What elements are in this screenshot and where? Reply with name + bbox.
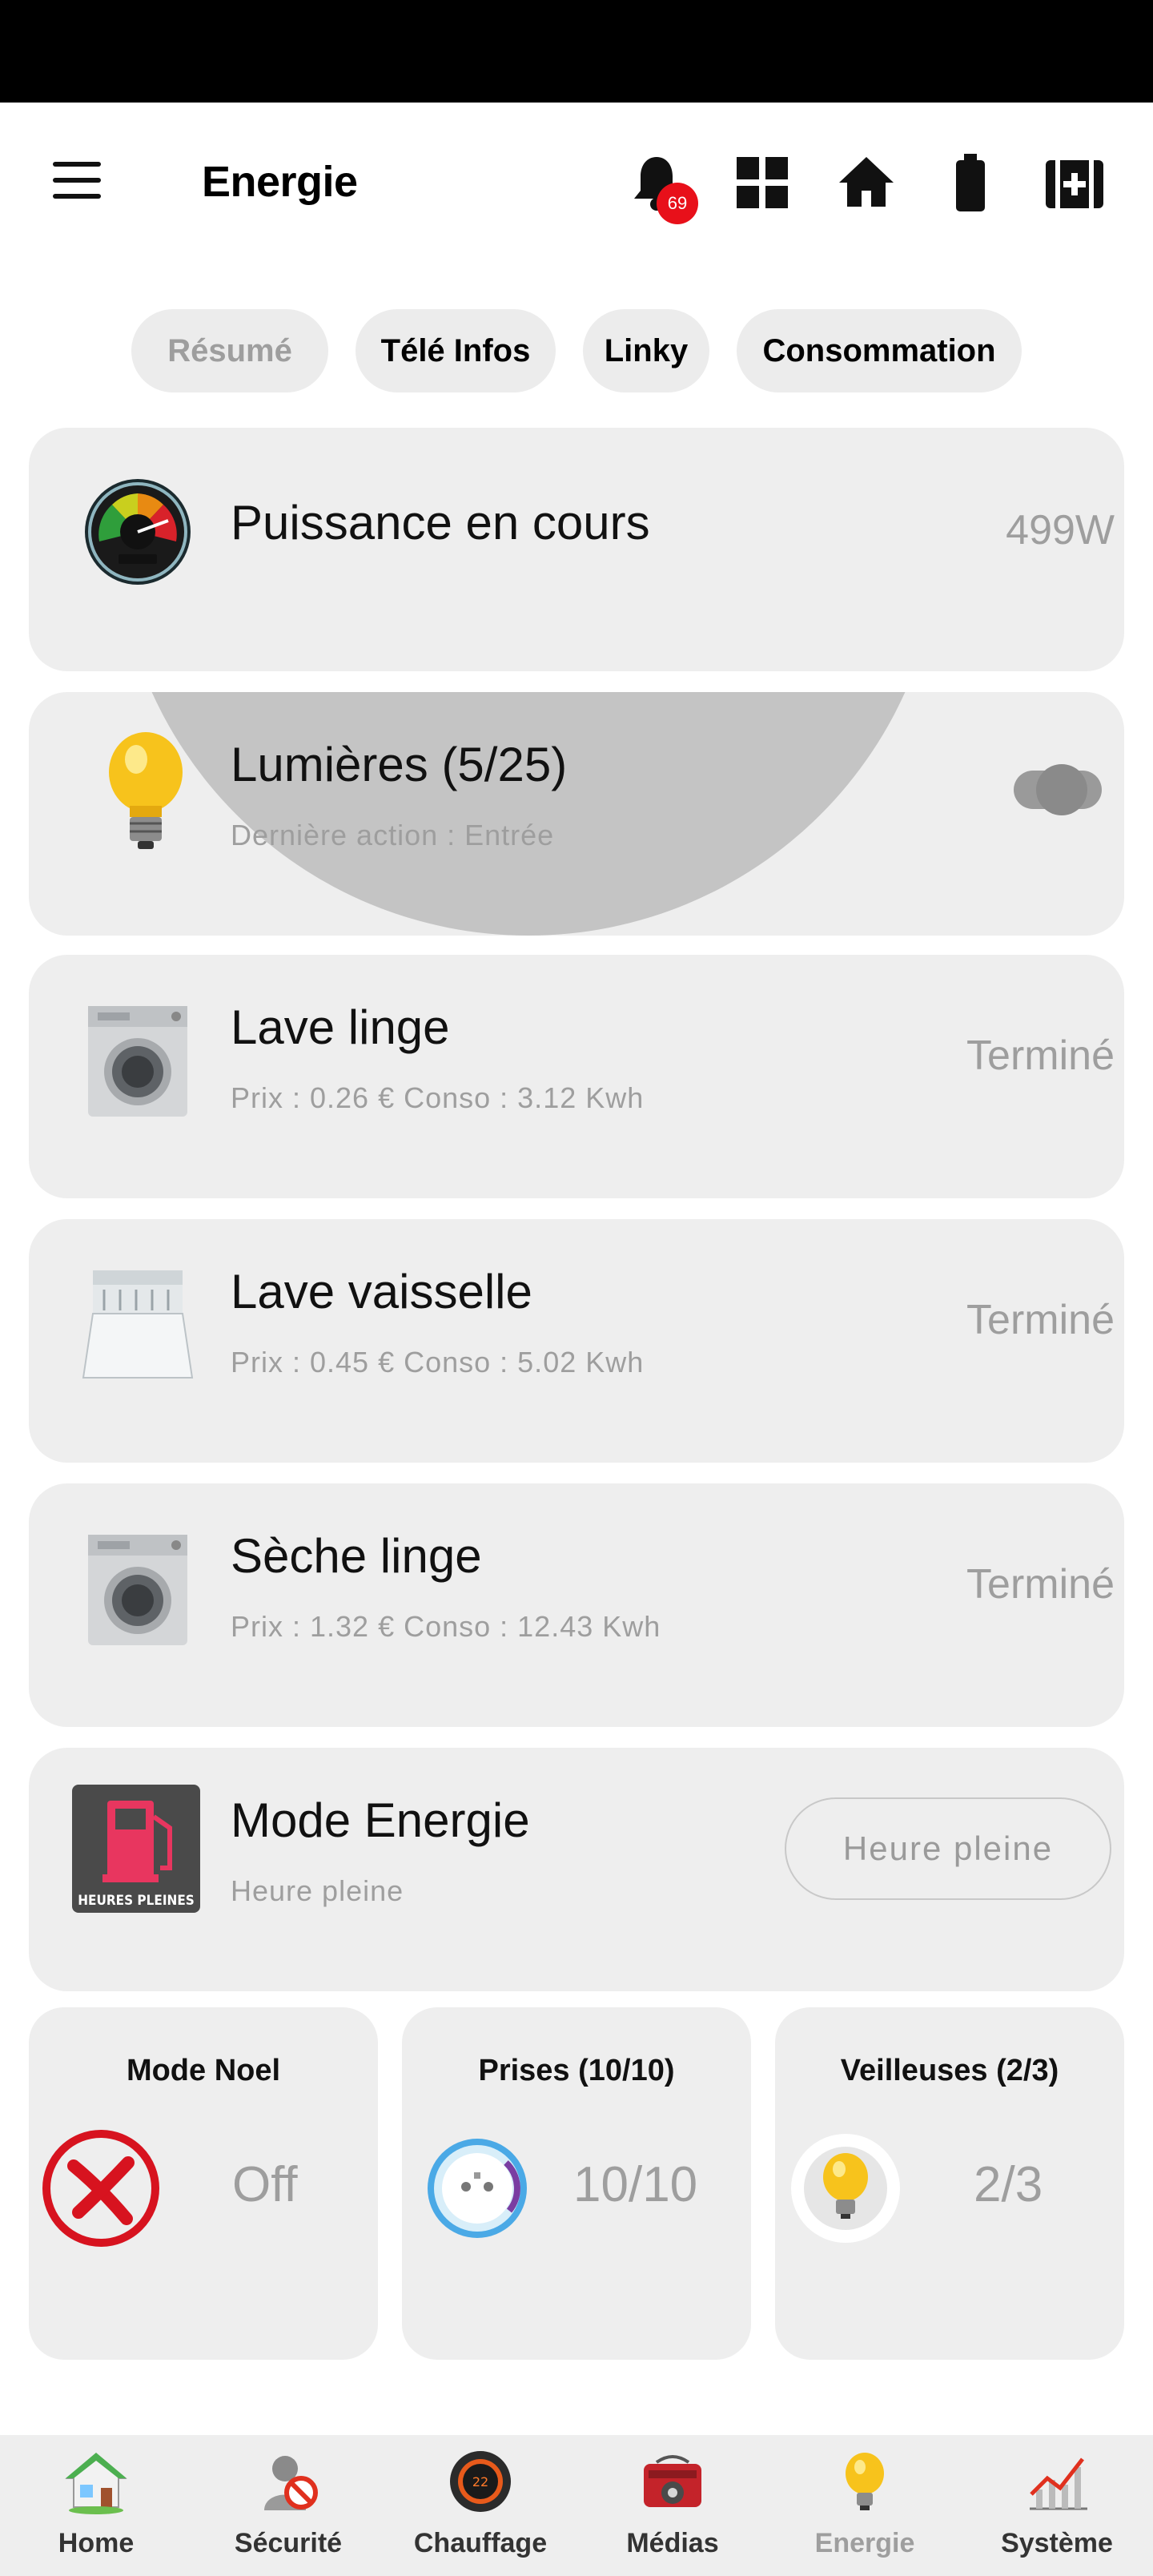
dryer-title: Sèche linge: [231, 1529, 482, 1583]
power-card[interactable]: Puissance en cours 499W: [29, 428, 1124, 671]
lights-title: Lumières (5/25): [231, 738, 568, 791]
nav-energie-label: Energie: [814, 2528, 915, 2558]
red-cross-icon[interactable]: [37, 2124, 165, 2252]
status-bar: [0, 0, 1153, 103]
menu-icon[interactable]: [48, 159, 104, 207]
heures-pleines-icon-text: HEURES PLEINES: [78, 1893, 195, 1909]
lights-subtitle: Dernière action : Entrée: [231, 819, 555, 851]
nav-energie[interactable]: Energie: [769, 2435, 961, 2576]
tile-prises-title: Prises (10/10): [478, 2054, 675, 2087]
bottom-nav: Home Sécurité 22 Chauffage Médias Energi…: [0, 2435, 1153, 2576]
tile-mode-noel[interactable]: Mode Noel Off: [29, 2007, 378, 2360]
nav-securite-label: Sécurité: [234, 2528, 343, 2558]
battery-icon[interactable]: [938, 151, 1002, 215]
washer-subtitle: Prix : 0.26 € Conso : 3.12 Kwh: [231, 1081, 645, 1114]
washing-machine-icon: [88, 1006, 187, 1117]
app-bar: Energie: [0, 103, 1153, 263]
nav-home[interactable]: Home: [0, 2435, 192, 2576]
light-bulb-icon[interactable]: [781, 2124, 910, 2252]
nav-home-label: Home: [58, 2528, 135, 2558]
tile-mode-noel-title: Mode Noel: [126, 2054, 281, 2087]
dishwasher-subtitle: Prix : 0.45 € Conso : 5.02 Kwh: [231, 1346, 645, 1379]
smart-plug-icon[interactable]: [421, 2131, 533, 2243]
dishwasher-status: Terminé: [966, 1297, 1115, 1343]
dishwasher-card[interactable]: Lave vaisselle Prix : 0.45 € Conso : 5.0…: [29, 1219, 1124, 1463]
dryer-icon: [88, 1535, 187, 1645]
tab-linky[interactable]: Linky: [583, 309, 709, 392]
tile-prises[interactable]: Prises (10/10) 10/10: [402, 2007, 751, 2360]
nav-chauffage[interactable]: 22 Chauffage: [384, 2435, 576, 2576]
dishwasher-icon: [82, 1270, 194, 1379]
tile-veilleuses-title: Veilleuses (2/3): [840, 2054, 1059, 2087]
dryer-card[interactable]: Sèche linge Prix : 1.32 € Conso : 12.43 …: [29, 1483, 1124, 1727]
dishwasher-title: Lave vaisselle: [231, 1265, 532, 1318]
thermostat-icon-text: 22: [472, 2474, 488, 2489]
tab-resume[interactable]: Résumé: [131, 309, 328, 392]
nav-medias-label: Médias: [626, 2528, 719, 2558]
lights-card[interactable]: Lumières (5/25) Dernière action : Entrée: [29, 692, 1124, 936]
chart-icon: [1030, 2457, 1087, 2510]
nav-medias[interactable]: Médias: [576, 2435, 769, 2576]
energy-mode-title: Mode Energie: [231, 1793, 530, 1847]
notification-badge: 69: [657, 183, 698, 224]
touch-ripple: [115, 692, 942, 936]
heures-pleines-icon: HEURES PLEINES: [72, 1785, 200, 1913]
tile-veilleuses-value: 2/3: [974, 2157, 1043, 2212]
house-icon: [65, 2453, 127, 2514]
nav-systeme-label: Système: [1001, 2528, 1113, 2558]
dashboard-grid-icon[interactable]: [730, 151, 794, 215]
tile-veilleuses[interactable]: Veilleuses (2/3) 2/3: [775, 2007, 1124, 2360]
washer-title: Lave linge: [231, 1000, 450, 1054]
tab-bar: Résumé Télé Infos Linky Consommation: [0, 309, 1153, 392]
dryer-status: Terminé: [966, 1561, 1115, 1608]
light-bulb-icon: [109, 732, 183, 849]
washer-status: Terminé: [966, 1032, 1115, 1079]
light-bulb-icon: [846, 2453, 884, 2510]
tab-tele-infos[interactable]: Télé Infos: [356, 309, 556, 392]
radio-icon: [644, 2455, 701, 2507]
energy-mode-card[interactable]: HEURES PLEINES Mode Energie Heure pleine…: [29, 1748, 1124, 1991]
lights-toggle[interactable]: [1010, 764, 1103, 815]
nav-systeme[interactable]: Système: [961, 2435, 1153, 2576]
medical-kit-icon[interactable]: [1043, 151, 1107, 215]
power-gauge-icon: [85, 479, 191, 585]
energy-mode-button[interactable]: Heure pleine: [785, 1797, 1111, 1900]
nav-securite[interactable]: Sécurité: [192, 2435, 384, 2576]
thermostat-icon: 22: [450, 2451, 511, 2512]
security-person-icon: [264, 2456, 318, 2510]
dryer-subtitle: Prix : 1.32 € Conso : 12.43 Kwh: [231, 1610, 661, 1643]
power-value: 499W: [1006, 507, 1115, 553]
washer-card[interactable]: Lave linge Prix : 0.26 € Conso : 3.12 Kw…: [29, 955, 1124, 1198]
tile-mode-noel-value: Off: [232, 2157, 298, 2212]
tab-consommation[interactable]: Consommation: [737, 309, 1022, 392]
home-icon[interactable]: [834, 151, 898, 215]
power-title: Puissance en cours: [231, 496, 650, 549]
page-title: Energie: [202, 158, 358, 206]
nav-chauffage-label: Chauffage: [413, 2528, 548, 2558]
energy-mode-subtitle: Heure pleine: [231, 1874, 404, 1907]
tile-prises-value: 10/10: [573, 2157, 698, 2212]
